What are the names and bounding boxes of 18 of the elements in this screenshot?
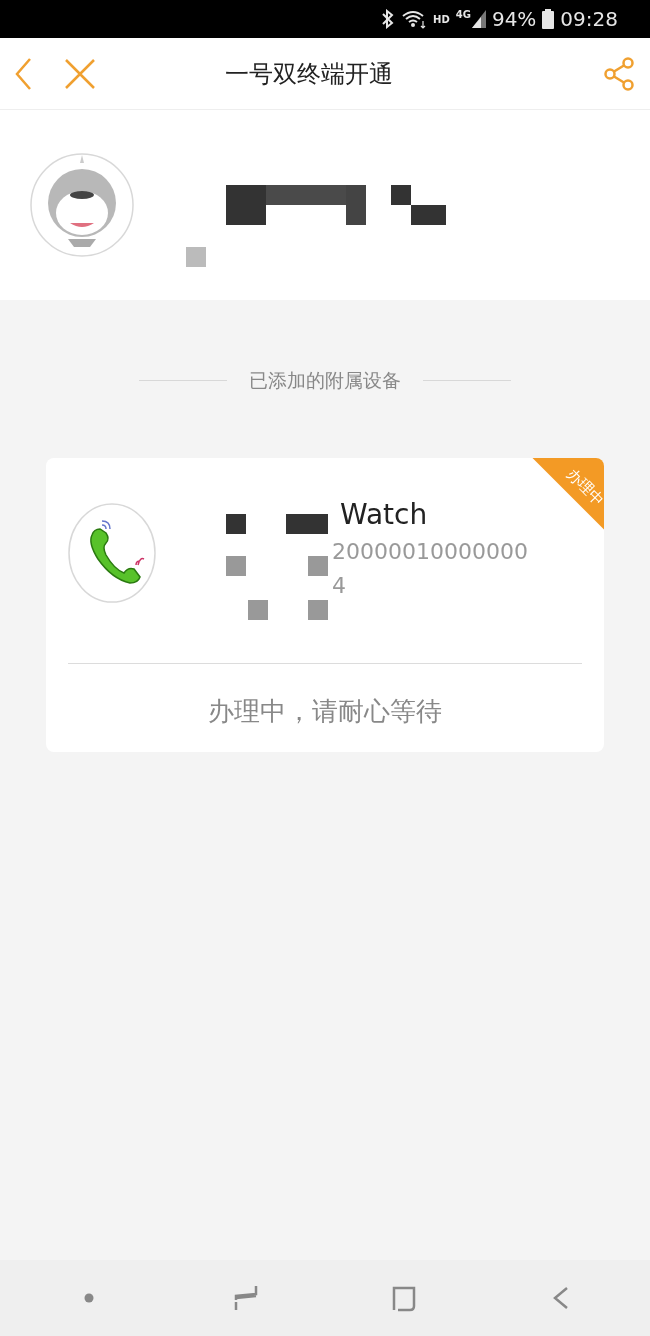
network-label: 4G bbox=[455, 10, 471, 20]
dot-icon[interactable] bbox=[83, 1293, 94, 1303]
device-number: 4 bbox=[332, 571, 347, 600]
battery-percentage: 94% bbox=[491, 6, 537, 33]
section-title: 已添加的附属设备 bbox=[249, 368, 401, 393]
share-button[interactable] bbox=[602, 56, 636, 91]
network-label: HD bbox=[433, 12, 450, 27]
signal-icon bbox=[471, 10, 486, 28]
device-name: Watch bbox=[340, 496, 429, 533]
status-message: 办理中，请耐心等待 bbox=[208, 694, 442, 728]
battery-icon bbox=[542, 9, 555, 29]
phone-icon bbox=[68, 502, 156, 603]
wifi-icon bbox=[401, 9, 428, 29]
clock: 09:28 bbox=[560, 6, 618, 33]
page-title: 一号双终端开通 bbox=[225, 59, 393, 90]
device-number: 20000010000000 bbox=[332, 537, 528, 566]
bluetooth-icon bbox=[381, 9, 396, 29]
close-button[interactable] bbox=[64, 57, 96, 90]
